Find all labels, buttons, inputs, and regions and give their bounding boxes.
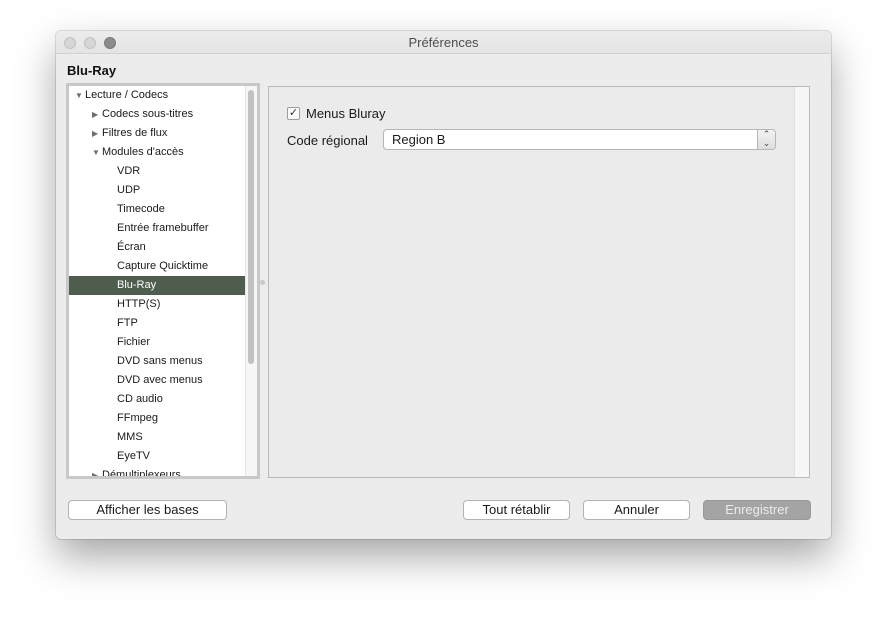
preferences-window: Préférences Blu-Ray ▼ Lecture / Codecs ▶ Co… (56, 31, 831, 539)
settings-panel: ✓ Menus Bluray Code régional Region B ⌃ ⌄ (268, 86, 810, 478)
tree-item[interactable]: CD audio (69, 390, 246, 409)
tree-item-label: EyeTV (117, 450, 151, 462)
tree-scrollbar[interactable] (245, 86, 257, 476)
show-basic-button[interactable]: Afficher les bases (68, 500, 227, 520)
tree-item[interactable]: ▼ Lecture / Codecs (69, 86, 246, 105)
tree-item-label: Démultiplexeurs (102, 469, 181, 479)
tree-item-label: DVD avec menus (117, 374, 203, 386)
reset-all-button[interactable]: Tout rétablir (463, 500, 570, 520)
splitter-handle[interactable] (260, 280, 265, 285)
disclosure-collapsed-icon[interactable]: ▶ (92, 105, 98, 124)
tree-item-label: Codecs sous-titres (102, 108, 194, 120)
window-title: Préférences (408, 35, 479, 50)
tree-item-label: DVD sans menus (117, 355, 203, 367)
tree-item[interactable]: ▶ Démultiplexeurs (69, 466, 246, 479)
tree-item[interactable]: EyeTV (69, 447, 246, 466)
tree-item[interactable]: ▶ Filtres de flux (69, 124, 246, 143)
disclosure-expanded-icon[interactable]: ▼ (92, 143, 100, 162)
tree-item[interactable]: FFmpeg (69, 409, 246, 428)
preferences-tree: ▼ Lecture / Codecs ▶ Codecs sous-titres ▶ Fil… (66, 83, 260, 479)
tree-item-label: CD audio (117, 393, 163, 405)
tree-item-label: HTTP(S) (117, 298, 161, 310)
tree-item[interactable]: Écran (69, 238, 246, 257)
title-bar: Préférences (56, 31, 831, 54)
tree-item-label: FFmpeg (117, 412, 158, 424)
tree-item-label: Capture Quicktime (117, 260, 209, 272)
tree-item[interactable]: DVD avec menus (69, 371, 246, 390)
tree-item[interactable]: DVD sans menus (69, 352, 246, 371)
tree-item[interactable]: HTTP(S) (69, 295, 246, 314)
tree-item-label: UDP (117, 184, 141, 196)
tree-item[interactable]: Entrée framebuffer (69, 219, 246, 238)
tree-item-label: FTP (117, 317, 138, 329)
region-code-value: Region B (392, 132, 446, 147)
tree-item-label: MMS (117, 431, 143, 443)
save-button[interactable]: Enregistrer (703, 500, 811, 520)
tree-item[interactable]: FTP (69, 314, 246, 333)
tree-item-label: Filtres de flux (102, 127, 168, 139)
tree-item[interactable]: VDR (69, 162, 246, 181)
region-code-select[interactable]: Region B ⌃ ⌄ (383, 129, 776, 150)
tree-item-label: Blu-Ray (117, 279, 157, 291)
tree-item[interactable]: Fichier (69, 333, 246, 352)
tree-item[interactable]: Timecode (69, 200, 246, 219)
menus-bluray-label[interactable]: Menus Bluray (306, 106, 385, 121)
tree-item-label: Fichier (117, 336, 151, 348)
tree-item-label: Timecode (117, 203, 165, 215)
tree-item-label: Modules d'accès (102, 146, 184, 158)
tree-item-label: Lecture / Codecs (85, 89, 169, 101)
tree-item[interactable]: ▼ Modules d'accès (69, 143, 246, 162)
tree-item[interactable]: Blu-Ray (69, 276, 246, 295)
tree-item-label: VDR (117, 165, 141, 177)
region-code-label: Code régional (287, 133, 368, 148)
tree-item-label: Écran (117, 241, 146, 253)
menus-bluray-checkbox[interactable]: ✓ (287, 107, 300, 120)
tree-item[interactable]: MMS (69, 428, 246, 447)
tree-item[interactable]: ▶ Codecs sous-titres (69, 105, 246, 124)
disclosure-expanded-icon[interactable]: ▼ (75, 86, 83, 105)
disclosure-collapsed-icon[interactable]: ▶ (92, 466, 98, 476)
tree-item[interactable]: UDP (69, 181, 246, 200)
stepper-arrows-icon[interactable]: ⌃ ⌄ (757, 130, 775, 149)
tree-item[interactable]: Capture Quicktime (69, 257, 246, 276)
cancel-button[interactable]: Annuler (583, 500, 690, 520)
settings-scrollbar[interactable] (794, 87, 809, 477)
section-title: Blu-Ray (67, 63, 117, 78)
tree-scroll-thumb[interactable] (248, 90, 254, 364)
disclosure-collapsed-icon[interactable]: ▶ (92, 124, 98, 143)
tree-item-label: Entrée framebuffer (117, 222, 209, 234)
